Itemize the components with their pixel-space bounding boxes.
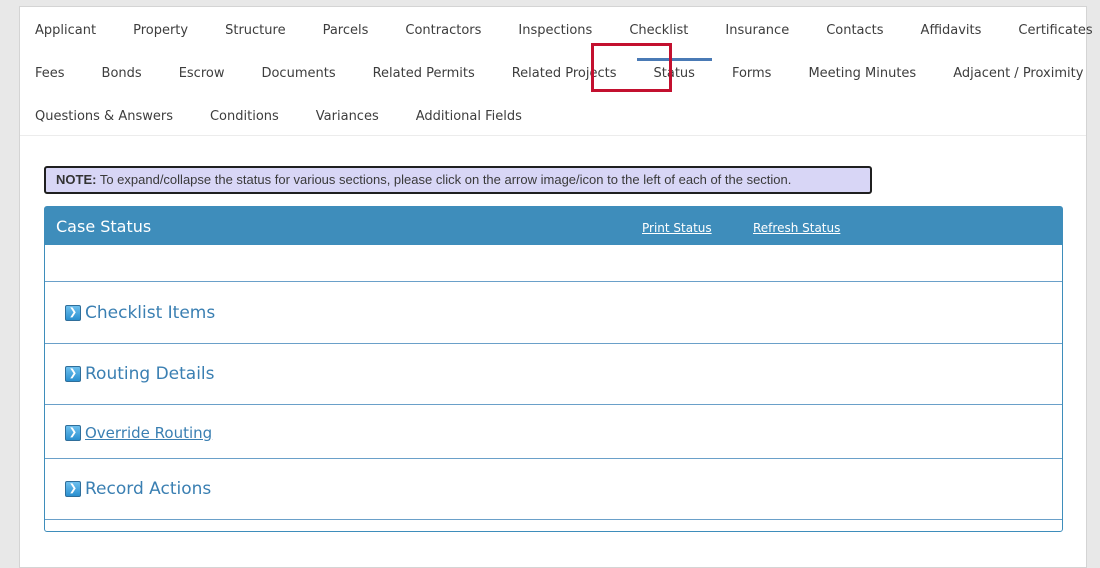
note-label: NOTE: bbox=[56, 172, 97, 187]
print-status-link[interactable]: Print Status bbox=[642, 221, 712, 235]
tab-escrow[interactable]: Escrow bbox=[179, 66, 225, 81]
section-row: ❯ Override Routing bbox=[65, 424, 212, 442]
tab-bonds[interactable]: Bonds bbox=[102, 66, 142, 81]
tab-adjacent-proximity[interactable]: Adjacent / Proximity bbox=[953, 66, 1083, 81]
chevron-right-icon[interactable]: ❯ bbox=[65, 481, 81, 497]
section-override-routing: ❯ Override Routing bbox=[45, 404, 1062, 459]
tab-row-2: Fees Bonds Escrow Documents Related Perm… bbox=[35, 57, 1100, 88]
section-override-routing-label[interactable]: Override Routing bbox=[85, 424, 212, 442]
tab-checklist[interactable]: Checklist bbox=[629, 23, 688, 38]
section-row: ❯ Checklist Items bbox=[65, 303, 215, 323]
tab-meeting-minutes[interactable]: Meeting Minutes bbox=[808, 66, 916, 81]
section-row: ❯ Record Actions bbox=[65, 479, 211, 499]
section-routing-details: ❯ Routing Details bbox=[45, 343, 1062, 405]
section-row: ❯ Routing Details bbox=[65, 364, 215, 384]
tab-conditions[interactable]: Conditions bbox=[210, 109, 279, 124]
tab-property[interactable]: Property bbox=[133, 23, 188, 38]
tab-applicant[interactable]: Applicant bbox=[35, 23, 96, 38]
case-status-panel: Case Status Print Status Refresh Status … bbox=[44, 206, 1063, 532]
tab-questions-answers[interactable]: Questions & Answers bbox=[35, 109, 173, 124]
tab-related-permits[interactable]: Related Permits bbox=[373, 66, 475, 81]
tab-insurance[interactable]: Insurance bbox=[725, 23, 789, 38]
section-record-actions-label[interactable]: Record Actions bbox=[85, 479, 211, 499]
tab-row-1: Applicant Property Structure Parcels Con… bbox=[35, 15, 1100, 45]
tab-contractors[interactable]: Contractors bbox=[405, 23, 481, 38]
tab-certificates[interactable]: Certificates bbox=[1018, 23, 1092, 38]
main-panel: Applicant Property Structure Parcels Con… bbox=[19, 6, 1093, 568]
case-status-header: Case Status Print Status Refresh Status bbox=[45, 207, 1062, 245]
tab-affidavits[interactable]: Affidavits bbox=[921, 23, 982, 38]
note-banner: NOTE: To expand/collapse the status for … bbox=[44, 166, 872, 194]
tab-additional-fields[interactable]: Additional Fields bbox=[416, 109, 522, 124]
chevron-right-icon[interactable]: ❯ bbox=[65, 305, 81, 321]
tab-inspections[interactable]: Inspections bbox=[518, 23, 592, 38]
active-tab-highlight bbox=[591, 43, 672, 92]
refresh-status-link[interactable]: Refresh Status bbox=[753, 221, 840, 235]
tab-structure[interactable]: Structure bbox=[225, 23, 285, 38]
section-record-actions: ❯ Record Actions bbox=[45, 458, 1062, 520]
tab-contacts[interactable]: Contacts bbox=[826, 23, 883, 38]
case-status-title: Case Status bbox=[56, 217, 152, 236]
tab-row-3: Questions & Answers Conditions Variances… bbox=[35, 101, 559, 131]
tab-forms[interactable]: Forms bbox=[732, 66, 772, 81]
section-routing-details-label[interactable]: Routing Details bbox=[85, 364, 215, 384]
section-divider bbox=[45, 519, 1062, 530]
section-checklist-items: ❯ Checklist Items bbox=[45, 281, 1062, 344]
chevron-right-icon[interactable]: ❯ bbox=[65, 425, 81, 441]
section-checklist-items-label[interactable]: Checklist Items bbox=[85, 303, 215, 323]
tab-parcels[interactable]: Parcels bbox=[323, 23, 369, 38]
chevron-right-icon[interactable]: ❯ bbox=[65, 366, 81, 382]
tab-documents[interactable]: Documents bbox=[261, 66, 335, 81]
tab-bar: Applicant Property Structure Parcels Con… bbox=[20, 7, 1093, 136]
note-text: To expand/collapse the status for variou… bbox=[96, 172, 792, 187]
tab-fees[interactable]: Fees bbox=[35, 66, 65, 81]
tab-variances[interactable]: Variances bbox=[316, 109, 379, 124]
